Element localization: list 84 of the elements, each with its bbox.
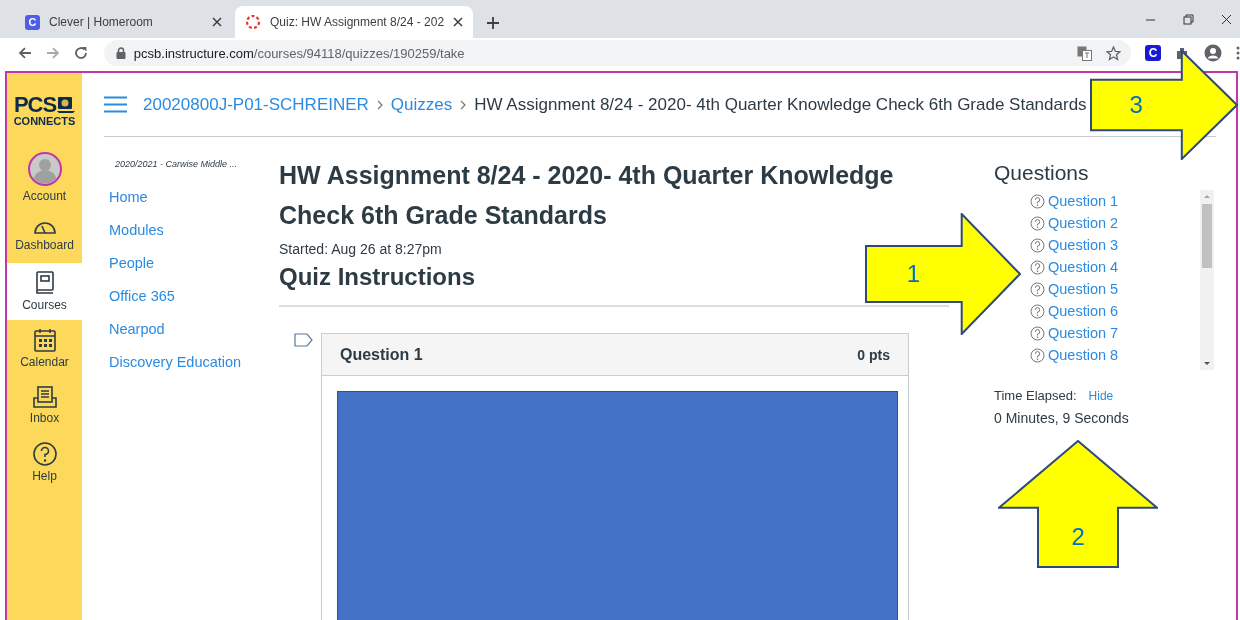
- elapsed-time: 0 Minutes, 9 Seconds: [994, 410, 1130, 426]
- nav-item[interactable]: Account: [7, 149, 82, 206]
- url-text: pcsb.instructure.com/courses/94118/quizzes/190259/take: [133, 45, 465, 61]
- course-nav-link[interactable]: Modules: [109, 222, 279, 255]
- tab-title: Clever | Homeroom: [49, 15, 154, 29]
- question-link[interactable]: Question 7: [1030, 322, 1200, 344]
- course-nav-link[interactable]: Nearpod: [109, 321, 279, 354]
- profile-icon[interactable]: [1204, 44, 1222, 62]
- nav-label: Inbox: [29, 411, 60, 425]
- nav-item[interactable]: Dashboard: [7, 206, 82, 263]
- question-icon: [1030, 215, 1045, 231]
- question-points: 0 pts: [857, 346, 890, 363]
- question-icon: [1030, 325, 1045, 341]
- question-link[interactable]: Question 3: [1030, 234, 1200, 256]
- reload-icon[interactable]: [73, 46, 88, 60]
- logo-text: PCS: [13, 94, 57, 115]
- breadcrumb-current: HW Assignment 8/24 - 2020- 4th Quarter Knowledge Check 6th Grade Standards: [474, 94, 1087, 115]
- help-icon: [32, 442, 57, 466]
- star-icon[interactable]: [1106, 45, 1121, 61]
- loading-icon: [245, 14, 261, 30]
- calendar-icon: [33, 328, 56, 352]
- book-icon: [34, 271, 55, 295]
- course-nav-link[interactable]: Discovery Education: [109, 354, 279, 387]
- time-label: Time Elapsed:: [994, 388, 1077, 403]
- question-icon: [1030, 193, 1045, 209]
- question-link[interactable]: Question 2: [1030, 212, 1200, 234]
- menu-icon[interactable]: [1236, 46, 1240, 60]
- close-icon[interactable]: [212, 17, 222, 27]
- lock-icon: [115, 47, 126, 59]
- callout-number: 3: [1129, 91, 1143, 119]
- inbox-icon: [32, 386, 57, 408]
- close-icon[interactable]: [453, 17, 464, 27]
- menu-icon[interactable]: [104, 96, 127, 113]
- term-label: 2020/2021 - Carwise Middle ...: [115, 159, 239, 169]
- restore-icon[interactable]: [1183, 13, 1194, 25]
- nav-label: Dashboard: [15, 238, 74, 252]
- breadcrumb-link[interactable]: Quizzes: [390, 94, 453, 115]
- nav-label: Help: [32, 469, 57, 483]
- question-link[interactable]: Question 8: [1030, 344, 1200, 366]
- question-icon: [1030, 259, 1045, 275]
- browser-tab[interactable]: Quiz: HW Assignment 8/24 - 202: [235, 6, 474, 38]
- quiz-title: HW Assignment 8/24 - 2020- 4th Quarter Knowledge Check 6th Grade Standards: [279, 160, 895, 231]
- nav-item[interactable]: Courses: [7, 263, 82, 320]
- question-link[interactable]: Question 6: [1030, 300, 1200, 322]
- started-time: Started: Aug 26 at 8:27pm: [279, 241, 443, 257]
- logo-text: CONNECTS: [13, 114, 76, 128]
- section-heading: Quiz Instructions: [279, 263, 475, 291]
- question-icon: [1030, 281, 1045, 297]
- question-icon: [1030, 237, 1045, 253]
- question-link[interactable]: Question 5: [1030, 278, 1200, 300]
- tab-title: Quiz: HW Assignment 8/24 - 202: [270, 15, 445, 29]
- new-tab-icon[interactable]: [486, 16, 501, 30]
- question-title: Question 1: [340, 345, 423, 364]
- breadcrumb-link[interactable]: 20020800J-P01-SCHREINER: [143, 94, 369, 115]
- nav-label: Account: [22, 189, 67, 203]
- hide-link[interactable]: Hide: [1088, 389, 1114, 403]
- question-link[interactable]: Question 4: [1030, 256, 1200, 278]
- question-icon: [1030, 347, 1045, 363]
- question-icon: [1030, 303, 1045, 319]
- question-link[interactable]: Question 1: [1030, 190, 1200, 212]
- address-bar[interactable]: pcsb.instructure.com/courses/94118/quizzes/190259/take: [103, 40, 1131, 66]
- callout-number: 1: [906, 260, 921, 288]
- nav-item[interactable]: Calendar: [7, 320, 82, 377]
- close-icon[interactable]: [1221, 13, 1232, 25]
- course-nav-link[interactable]: Office 365: [109, 288, 279, 321]
- scrollbar[interactable]: [1200, 190, 1214, 370]
- course-nav-link[interactable]: Home: [109, 189, 279, 222]
- nav-label: Courses: [22, 298, 67, 312]
- favicon: C: [25, 14, 40, 30]
- nav-item[interactable]: Help: [7, 434, 82, 491]
- avatar-icon: [27, 152, 62, 186]
- nav-label: Calendar: [20, 355, 69, 369]
- callout-number: 2: [1071, 523, 1085, 552]
- sidebar-heading: Questions: [994, 161, 1090, 185]
- back-icon[interactable]: [18, 46, 32, 60]
- browser-tab[interactable]: C Clever | Homeroom: [15, 6, 232, 38]
- nav-item[interactable]: Inbox: [7, 377, 82, 434]
- chevron-icon: [460, 99, 467, 110]
- chevron-icon: [376, 99, 383, 110]
- course-nav-link[interactable]: People: [109, 255, 279, 288]
- laptop-icon: [57, 95, 76, 114]
- translate-icon[interactable]: [1077, 45, 1092, 61]
- flag-icon[interactable]: [294, 333, 313, 347]
- extension-icon[interactable]: C: [1145, 45, 1161, 61]
